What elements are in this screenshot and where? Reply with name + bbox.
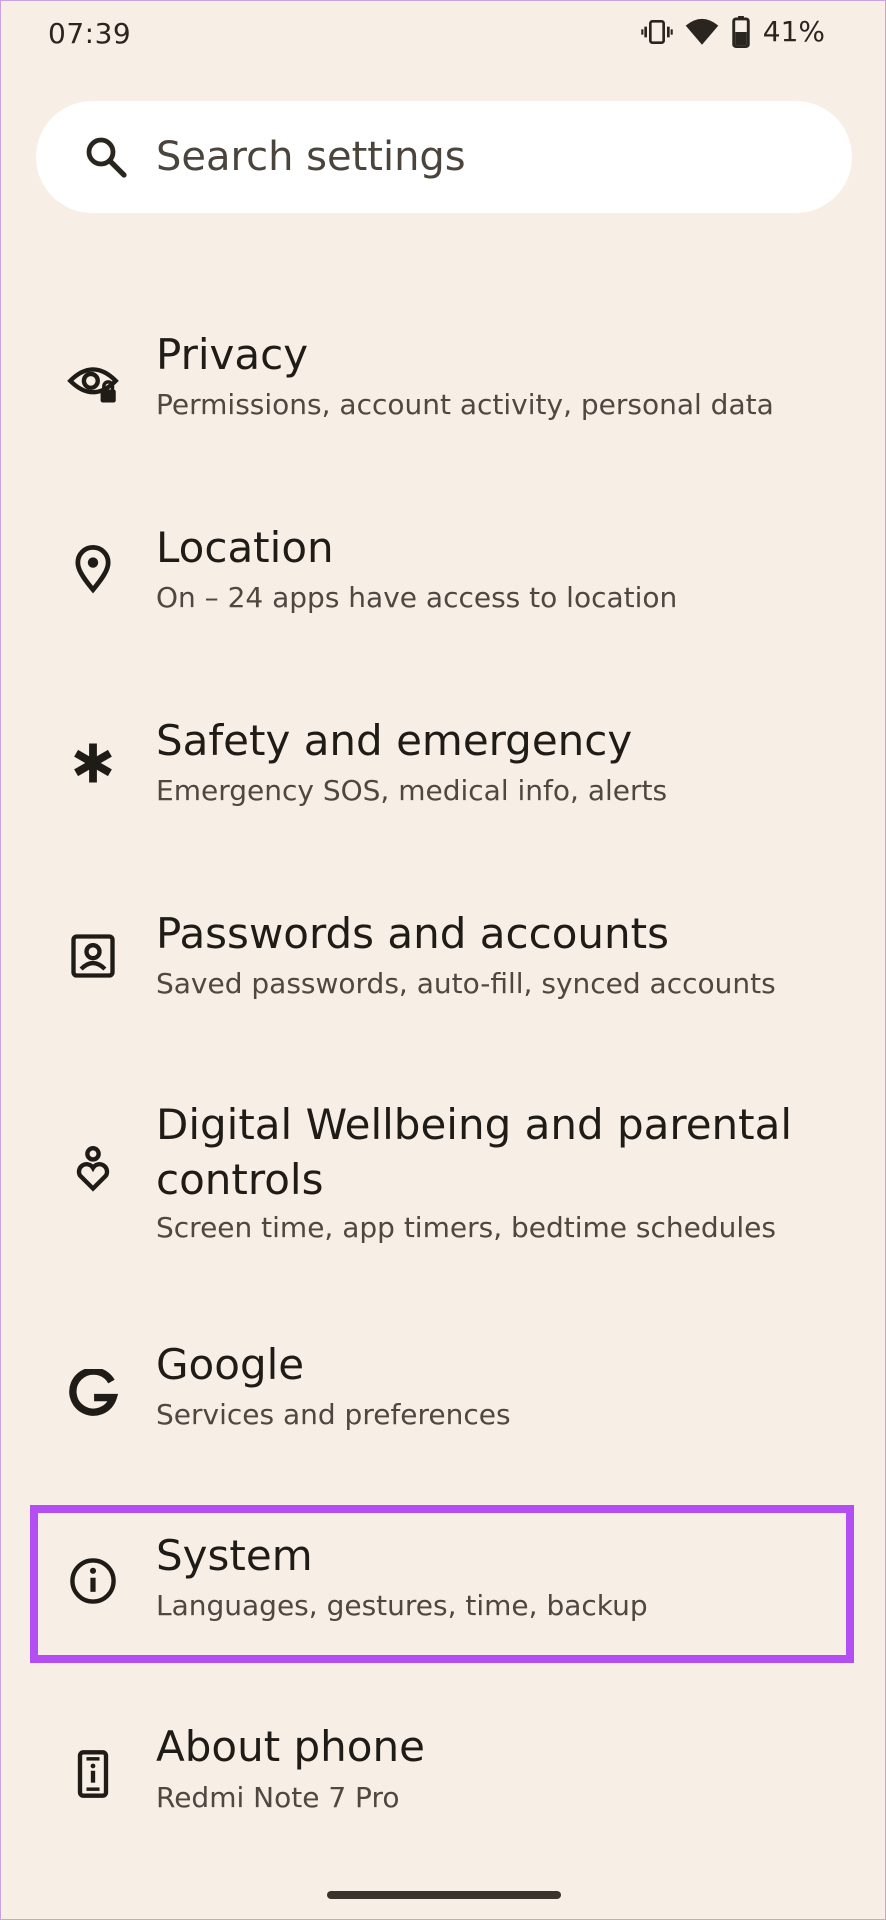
battery-percentage: 41% [762, 15, 825, 48]
home-indicator[interactable] [327, 1891, 561, 1899]
setting-subtitle: Permissions, account activity, personal … [156, 388, 774, 421]
phone-info-icon [67, 1748, 119, 1800]
setting-title: Privacy [156, 330, 309, 379]
setting-subtitle: Saved passwords, auto-fill, synced accou… [156, 967, 776, 1000]
setting-title: Passwords and accounts [156, 909, 669, 958]
setting-item-location[interactable]: Location On – 24 apps have access to loc… [1, 504, 886, 654]
setting-subtitle: On – 24 apps have access to location [156, 581, 678, 614]
wellbeing-heart-icon [67, 1143, 119, 1195]
setting-title: Google [156, 1340, 305, 1389]
setting-title: About phone [156, 1722, 425, 1771]
search-placeholder: Search settings [156, 134, 466, 180]
setting-item-about-phone[interactable]: About phone Redmi Note 7 Pro [1, 1706, 886, 1856]
setting-title: Safety and emergency [156, 716, 633, 765]
search-bar[interactable]: Search settings [36, 101, 852, 213]
setting-item-safety-emergency[interactable]: Safety and emergency Emergency SOS, medi… [1, 697, 886, 847]
highlight-box [30, 1505, 854, 1663]
search-icon [82, 133, 130, 181]
battery-icon [731, 15, 751, 48]
privacy-eye-lock-icon [67, 357, 119, 409]
location-pin-icon [67, 542, 119, 594]
setting-subtitle: Screen time, app timers, bedtime schedul… [156, 1211, 776, 1244]
google-g-icon [67, 1369, 119, 1421]
setting-item-passwords-accounts[interactable]: Passwords and accounts Saved passwords, … [1, 890, 886, 1040]
asterisk-icon [67, 737, 119, 789]
wifi-icon [685, 16, 719, 48]
setting-subtitle: Emergency SOS, medical info, alerts [156, 774, 668, 807]
setting-title: Location [156, 523, 334, 572]
setting-title: Digital Wellbeing and parental controls [156, 1100, 793, 1204]
setting-item-privacy[interactable]: Privacy Permissions, account activity, p… [1, 311, 886, 461]
status-time: 07:39 [48, 17, 132, 50]
setting-subtitle: Redmi Note 7 Pro [156, 1781, 400, 1814]
setting-item-digital-wellbeing[interactable]: Digital Wellbeing and parental controls … [1, 1083, 886, 1283]
status-bar: 07:39 41% [1, 1, 886, 67]
vibrate-icon [641, 16, 673, 48]
status-icons: 41% [641, 15, 825, 48]
account-box-icon [67, 930, 119, 982]
setting-subtitle: Services and preferences [156, 1398, 511, 1431]
setting-item-google[interactable]: Google Services and preferences [1, 1327, 886, 1477]
